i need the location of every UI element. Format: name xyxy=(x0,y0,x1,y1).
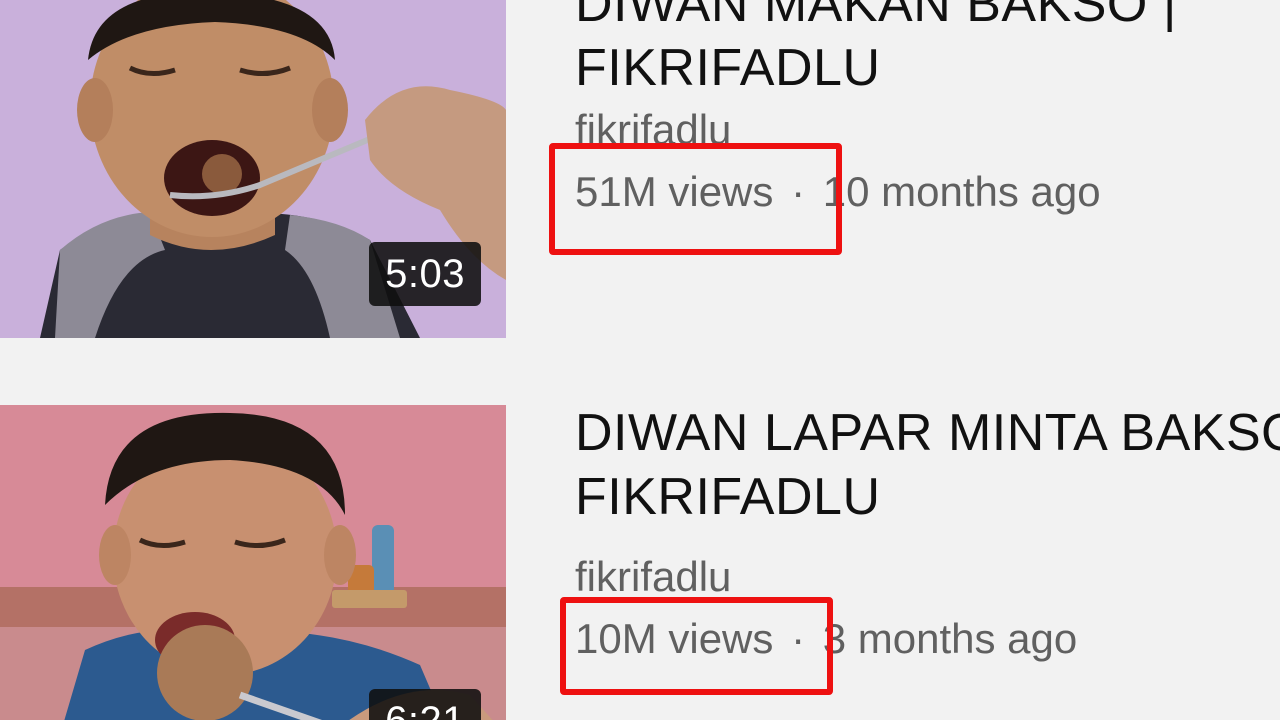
video-title[interactable]: DIWAN LAPAR MINTA BAKSO FIKRIFADLU xyxy=(575,401,1280,529)
video-duration: 6:21 xyxy=(369,689,481,720)
channel-name[interactable]: fikrifadlu xyxy=(575,553,731,601)
upload-age: 3 months ago xyxy=(822,615,1078,662)
video-list: 5:03 DIWAN MAKAN BAKSO | FIKRIFADLU fikr… xyxy=(0,0,1280,720)
views-highlight-box xyxy=(560,597,833,695)
video-title-line1: DIWAN LAPAR MINTA BAKSO xyxy=(575,404,1280,462)
video-thumbnail[interactable]: 6:21 xyxy=(0,405,506,720)
video-title-line2: FIKRIFADLU xyxy=(575,39,881,97)
video-title-line2: FIKRIFADLU xyxy=(575,468,881,526)
video-item[interactable]: 5:03 DIWAN MAKAN BAKSO | FIKRIFADLU fikr… xyxy=(0,0,1280,340)
thumbnail-image xyxy=(0,405,506,720)
video-item[interactable]: 6:21 DIWAN LAPAR MINTA BAKSO FIKRIFADLU … xyxy=(0,404,1280,720)
views-highlight-box xyxy=(549,143,842,255)
video-title[interactable]: DIWAN MAKAN BAKSO | FIKRIFADLU xyxy=(575,0,1177,100)
video-title-line1: DIWAN MAKAN BAKSO | xyxy=(575,0,1177,33)
video-thumbnail[interactable]: 5:03 xyxy=(0,0,506,338)
upload-age: 10 months ago xyxy=(822,168,1101,215)
video-duration: 5:03 xyxy=(369,242,481,306)
